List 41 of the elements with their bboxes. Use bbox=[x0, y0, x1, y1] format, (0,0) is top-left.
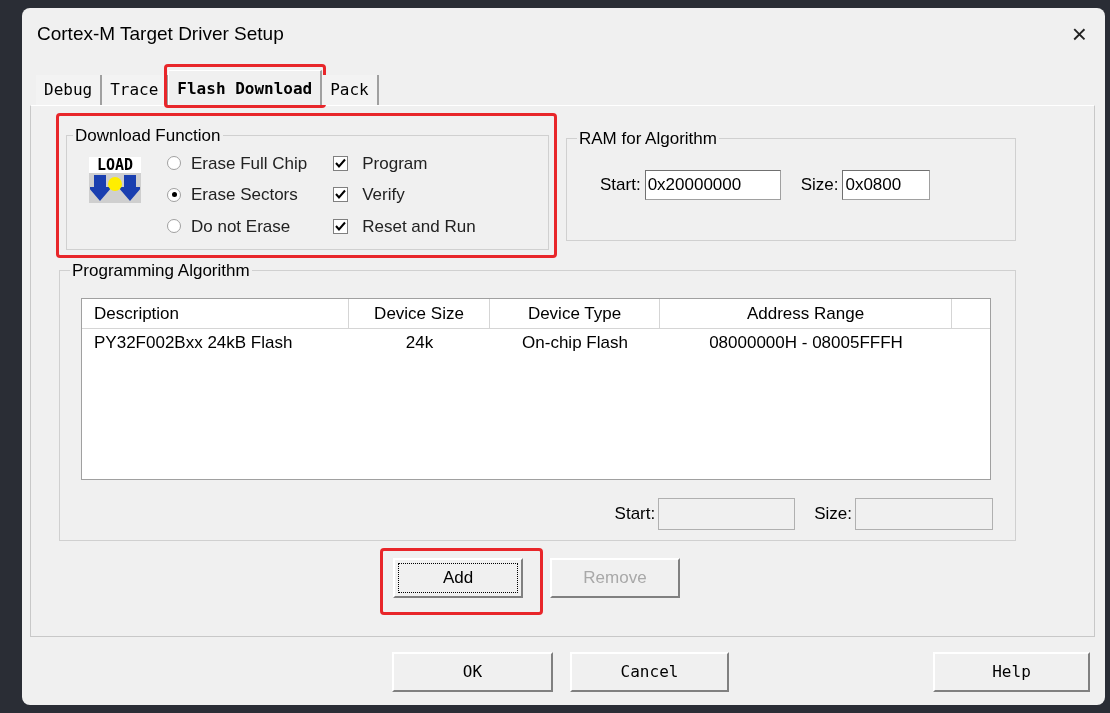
radio-button[interactable] bbox=[167, 219, 181, 234]
radio-button[interactable] bbox=[167, 156, 181, 171]
table-cell-text: 24k bbox=[404, 331, 435, 354]
checkbox[interactable] bbox=[333, 155, 349, 171]
dialog-button[interactable]: Cancel bbox=[570, 652, 729, 692]
window-title: Cortex-M Target Driver Setup bbox=[37, 21, 284, 46]
radio-label: Do not Erase bbox=[191, 215, 291, 238]
checkbox-label: Reset and Run bbox=[362, 215, 476, 238]
arrows-icon bbox=[90, 172, 140, 203]
checkbox[interactable] bbox=[333, 187, 349, 203]
radio-label: Erase Full Chip bbox=[191, 152, 308, 175]
input-field[interactable] bbox=[658, 497, 796, 530]
dialog-button[interactable]: Help bbox=[933, 652, 1090, 692]
field-label: Size: bbox=[800, 173, 839, 196]
field-label: Size: bbox=[814, 502, 852, 525]
radio-label: Erase Sectors bbox=[191, 184, 298, 206]
table-cell-text: PY32F002Bxx 24kB Flash bbox=[93, 331, 294, 354]
radio-button[interactable] bbox=[167, 187, 181, 202]
tab[interactable]: Pack bbox=[322, 75, 379, 105]
group-title: Programming Algorithm bbox=[71, 260, 251, 282]
close-button[interactable]: × bbox=[1071, 21, 1087, 47]
column-header[interactable]: Address Range bbox=[660, 298, 952, 329]
column-header[interactable]: Device Size bbox=[349, 298, 490, 329]
load-label: LOAD bbox=[89, 156, 141, 173]
checkbox-label: Verify bbox=[362, 184, 405, 206]
input-field[interactable]: 0x20000000 bbox=[644, 169, 781, 200]
input-field[interactable] bbox=[855, 497, 993, 530]
checkbox-label: Program bbox=[362, 152, 428, 175]
table-cell-text: 08000000H - 08005FFFH bbox=[708, 331, 904, 354]
column-header[interactable]: Description bbox=[82, 298, 349, 329]
group-title: Download Function bbox=[74, 125, 222, 147]
tab[interactable]: Flash Download bbox=[168, 70, 323, 106]
field-label: Start: bbox=[614, 502, 656, 525]
dialog-button[interactable]: OK bbox=[392, 652, 553, 692]
group-title: RAM for Algorithm bbox=[578, 128, 718, 150]
table-cell-text: On-chip Flash bbox=[521, 331, 629, 354]
checkbox[interactable] bbox=[333, 218, 349, 234]
input-field[interactable]: 0x0800 bbox=[842, 169, 931, 200]
field-label: Start: bbox=[600, 173, 641, 196]
column-header[interactable]: Device Type bbox=[490, 298, 660, 329]
list-button[interactable]: Add bbox=[393, 558, 523, 598]
